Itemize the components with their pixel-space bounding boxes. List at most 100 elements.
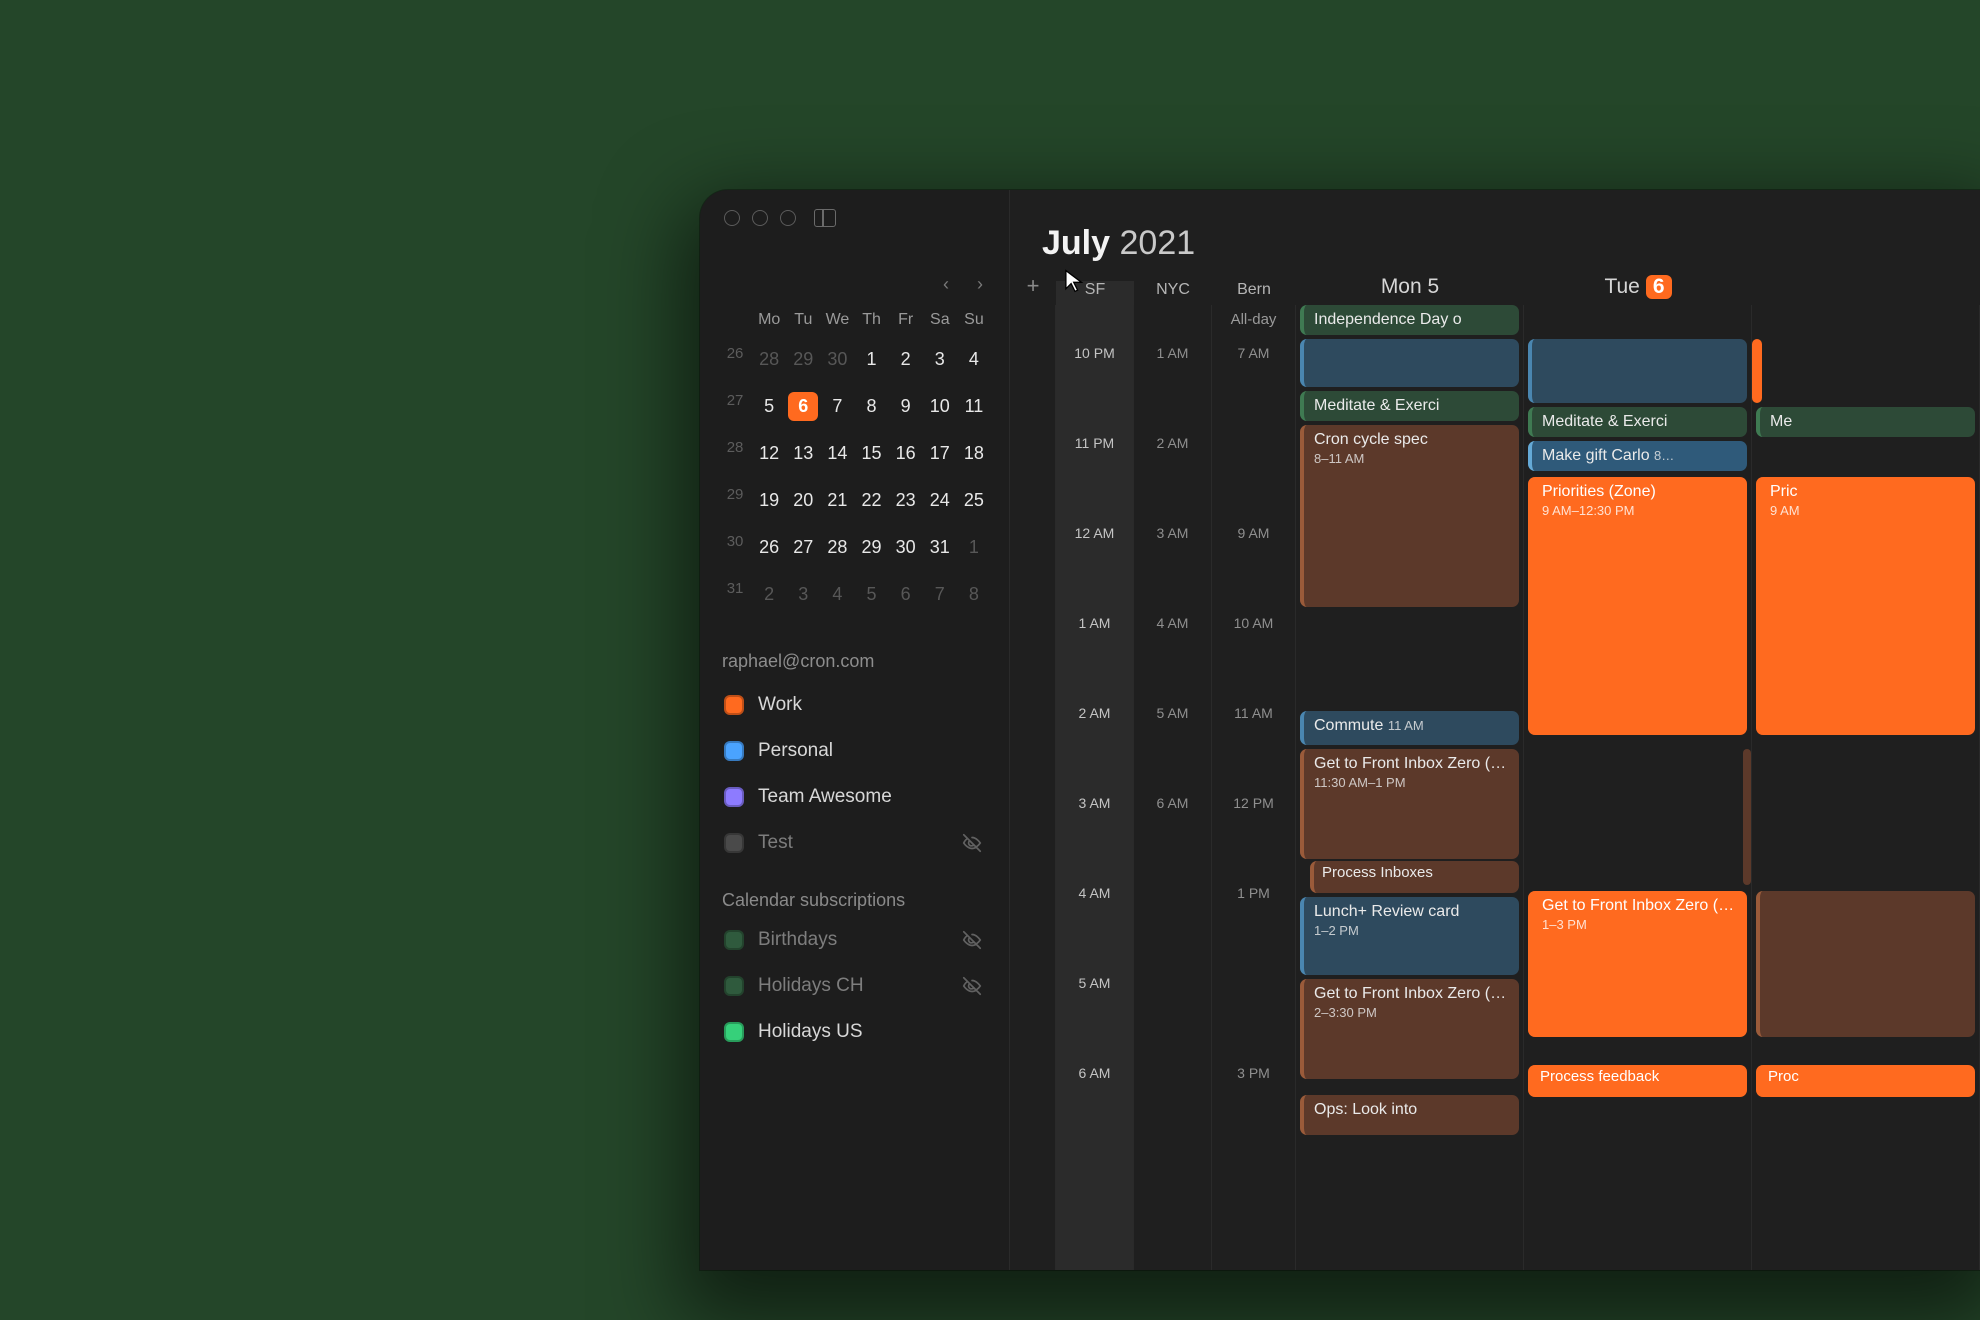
calendar-color-swatch bbox=[724, 1022, 744, 1042]
eye-off-icon[interactable] bbox=[961, 975, 983, 997]
calendar-item[interactable]: Personal bbox=[720, 732, 989, 770]
event-block[interactable]: Cron cycle spec8–11 AM bbox=[1300, 425, 1519, 607]
schedule-grid[interactable]: 10 PM11 PM12 AM1 AM2 AM3 AM4 AM5 AM6 AM … bbox=[1010, 305, 1980, 1270]
event-block[interactable]: Pric9 AM bbox=[1756, 477, 1975, 735]
eye-off-icon[interactable] bbox=[961, 832, 983, 854]
minical-day[interactable]: 18 bbox=[957, 439, 991, 468]
day-header-tue[interactable]: Tue6 bbox=[1524, 275, 1752, 305]
event-block[interactable]: Process feedback bbox=[1528, 1065, 1747, 1097]
event-block[interactable]: Process Inboxes bbox=[1310, 861, 1519, 893]
calendar-item[interactable]: Work bbox=[720, 686, 989, 724]
day-header-mon[interactable]: Mon 5 bbox=[1296, 275, 1524, 305]
event-block[interactable]: Make gift Carlo 8… bbox=[1528, 441, 1747, 471]
minical-day[interactable]: 14 bbox=[820, 439, 854, 468]
event-block[interactable] bbox=[1528, 339, 1747, 403]
minical-day[interactable]: 7 bbox=[820, 392, 854, 421]
event-time: 1–2 PM bbox=[1314, 923, 1509, 938]
event-block[interactable]: Me bbox=[1756, 407, 1975, 437]
calendar-item[interactable]: Team Awesome bbox=[720, 778, 989, 816]
calendar-item[interactable]: Birthdays bbox=[720, 921, 989, 959]
traffic-max-icon[interactable] bbox=[780, 210, 796, 226]
event-block[interactable] bbox=[1756, 891, 1975, 1037]
minical-day[interactable]: 16 bbox=[889, 439, 923, 468]
timezone-col-sf: 10 PM11 PM12 AM1 AM2 AM3 AM4 AM5 AM6 AM bbox=[1056, 305, 1134, 1270]
minical-day[interactable]: 31 bbox=[923, 533, 957, 562]
minical-day[interactable]: 29 bbox=[855, 533, 889, 562]
minical-next-icon[interactable]: › bbox=[977, 274, 983, 295]
minical-day[interactable]: 7 bbox=[923, 580, 957, 609]
account-email[interactable]: raphael@cron.com bbox=[718, 623, 991, 686]
day-column-mon[interactable]: Independence Day o Meditate & Exerci Cron … bbox=[1296, 305, 1524, 1270]
minical-day[interactable]: 20 bbox=[786, 486, 820, 515]
sidebar-toggle-icon[interactable] bbox=[814, 209, 836, 227]
event-block[interactable]: Meditate & Exerci bbox=[1528, 407, 1747, 437]
event-title: Process Inboxes bbox=[1322, 864, 1433, 881]
minical-day[interactable]: 11 bbox=[957, 392, 991, 421]
event-block[interactable]: Lunch+ Review card1–2 PM bbox=[1300, 897, 1519, 975]
minical-day[interactable]: 6 bbox=[788, 392, 818, 421]
event-block[interactable] bbox=[1743, 749, 1751, 885]
minical-day[interactable]: 28 bbox=[752, 345, 786, 374]
minical-day[interactable]: 26 bbox=[752, 533, 786, 562]
event-block[interactable] bbox=[1300, 339, 1519, 387]
event-block[interactable]: Get to Front Inbox Zero (1/3)11:30 AM–1 … bbox=[1300, 749, 1519, 859]
event-time: 8… bbox=[1654, 448, 1674, 463]
minical-day[interactable]: 30 bbox=[820, 345, 854, 374]
minical-day[interactable]: 2 bbox=[752, 580, 786, 609]
minical-day[interactable]: 23 bbox=[889, 486, 923, 515]
minical-day[interactable]: 6 bbox=[889, 580, 923, 609]
minical-day[interactable]: 5 bbox=[752, 392, 786, 421]
tz-label-sf[interactable]: SF bbox=[1056, 281, 1134, 305]
minical-day[interactable]: 4 bbox=[820, 580, 854, 609]
tz-label-nyc[interactable]: NYC bbox=[1134, 281, 1212, 305]
minical-day[interactable]: 4 bbox=[957, 345, 991, 374]
minical-day[interactable]: 3 bbox=[923, 345, 957, 374]
minical-day[interactable]: 15 bbox=[855, 439, 889, 468]
time-slot-label: 1 AM bbox=[1056, 609, 1133, 699]
minical-day[interactable]: 13 bbox=[786, 439, 820, 468]
minical-day[interactable]: 30 bbox=[889, 533, 923, 562]
event-block[interactable]: Proc bbox=[1756, 1065, 1975, 1097]
minical-day[interactable]: 22 bbox=[855, 486, 889, 515]
calendar-item[interactable]: Holidays CH bbox=[720, 967, 989, 1005]
minical-day[interactable]: 28 bbox=[820, 533, 854, 562]
event-block[interactable]: Ops: Look into bbox=[1300, 1095, 1519, 1135]
minical-day[interactable]: 29 bbox=[786, 345, 820, 374]
day-column-wed[interactable]: Me Pric9 AM Proc bbox=[1752, 305, 1980, 1270]
main-panel: July 2021 + SF NYC Bern Mon 5 Tue6 10 PM… bbox=[1010, 190, 1980, 1270]
traffic-close-icon[interactable] bbox=[724, 210, 740, 226]
event-block[interactable]: Commute 11 AM bbox=[1300, 711, 1519, 745]
minical-day[interactable]: 21 bbox=[820, 486, 854, 515]
minical-day[interactable]: 9 bbox=[889, 392, 923, 421]
traffic-min-icon[interactable] bbox=[752, 210, 768, 226]
minical-day[interactable]: 10 bbox=[923, 392, 957, 421]
event-block[interactable] bbox=[1752, 339, 1762, 403]
minical-day[interactable]: 8 bbox=[957, 580, 991, 609]
event-block[interactable]: Independence Day o bbox=[1300, 305, 1519, 335]
minical-day[interactable]: 19 bbox=[752, 486, 786, 515]
event-block[interactable]: Priorities (Zone)9 AM–12:30 PM bbox=[1528, 477, 1747, 735]
minical-day[interactable]: 12 bbox=[752, 439, 786, 468]
eye-off-icon[interactable] bbox=[961, 929, 983, 951]
event-block[interactable]: Meditate & Exerci bbox=[1300, 391, 1519, 421]
minical-day[interactable]: 27 bbox=[786, 533, 820, 562]
minical-day[interactable]: 24 bbox=[923, 486, 957, 515]
event-title: Commute bbox=[1314, 717, 1383, 734]
minical-day[interactable]: 17 bbox=[923, 439, 957, 468]
minical-day[interactable]: 5 bbox=[855, 580, 889, 609]
calendar-item[interactable]: Holidays US bbox=[720, 1013, 989, 1051]
add-timezone-button[interactable]: + bbox=[1010, 273, 1056, 305]
minical-day[interactable]: 1 bbox=[855, 345, 889, 374]
minical-grid[interactable]: 2628293012342756789101128121314151617182… bbox=[718, 337, 991, 623]
minical-day[interactable]: 3 bbox=[786, 580, 820, 609]
minical-day[interactable]: 2 bbox=[889, 345, 923, 374]
tz-label-bern[interactable]: Bern bbox=[1212, 281, 1296, 305]
minical-prev-icon[interactable]: ‹ bbox=[943, 274, 949, 295]
minical-day[interactable]: 1 bbox=[957, 533, 991, 562]
minical-day[interactable]: 25 bbox=[957, 486, 991, 515]
day-column-tue[interactable]: Meditate & Exerci Make gift Carlo 8… Prior… bbox=[1524, 305, 1752, 1270]
event-block[interactable]: Get to Front Inbox Zero (2/3)1–3 PM bbox=[1528, 891, 1747, 1037]
calendar-item[interactable]: Test bbox=[720, 824, 989, 862]
event-block[interactable]: Get to Front Inbox Zero (2/3)2–3:30 PM bbox=[1300, 979, 1519, 1079]
minical-day[interactable]: 8 bbox=[855, 392, 889, 421]
